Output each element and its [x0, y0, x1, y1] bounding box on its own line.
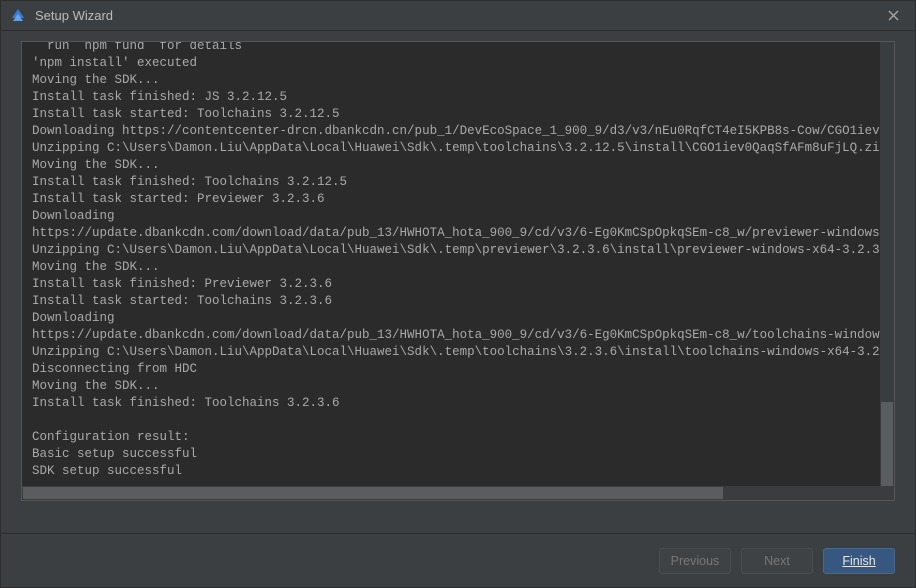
- install-log[interactable]: run `npm fund` for details 'npm install'…: [21, 41, 895, 501]
- content-area: run `npm fund` for details 'npm install'…: [1, 31, 915, 533]
- horizontal-scrollbar-thumb[interactable]: [23, 487, 723, 499]
- next-button: Next: [741, 548, 813, 574]
- horizontal-scrollbar[interactable]: [22, 486, 894, 500]
- wizard-footer: Previous Next Finish: [1, 533, 915, 587]
- window-title: Setup Wizard: [35, 8, 879, 23]
- finish-button-label: Finish: [842, 554, 875, 568]
- close-icon: [888, 10, 899, 21]
- previous-button: Previous: [659, 548, 731, 574]
- vertical-scrollbar[interactable]: [880, 42, 894, 486]
- app-logo-icon: [9, 7, 27, 25]
- log-text: run `npm fund` for details 'npm install'…: [32, 41, 884, 480]
- finish-button[interactable]: Finish: [823, 548, 895, 574]
- close-button[interactable]: [879, 2, 907, 30]
- setup-wizard-window: Setup Wizard run `npm fund` for details …: [0, 0, 916, 588]
- titlebar[interactable]: Setup Wizard: [1, 1, 915, 31]
